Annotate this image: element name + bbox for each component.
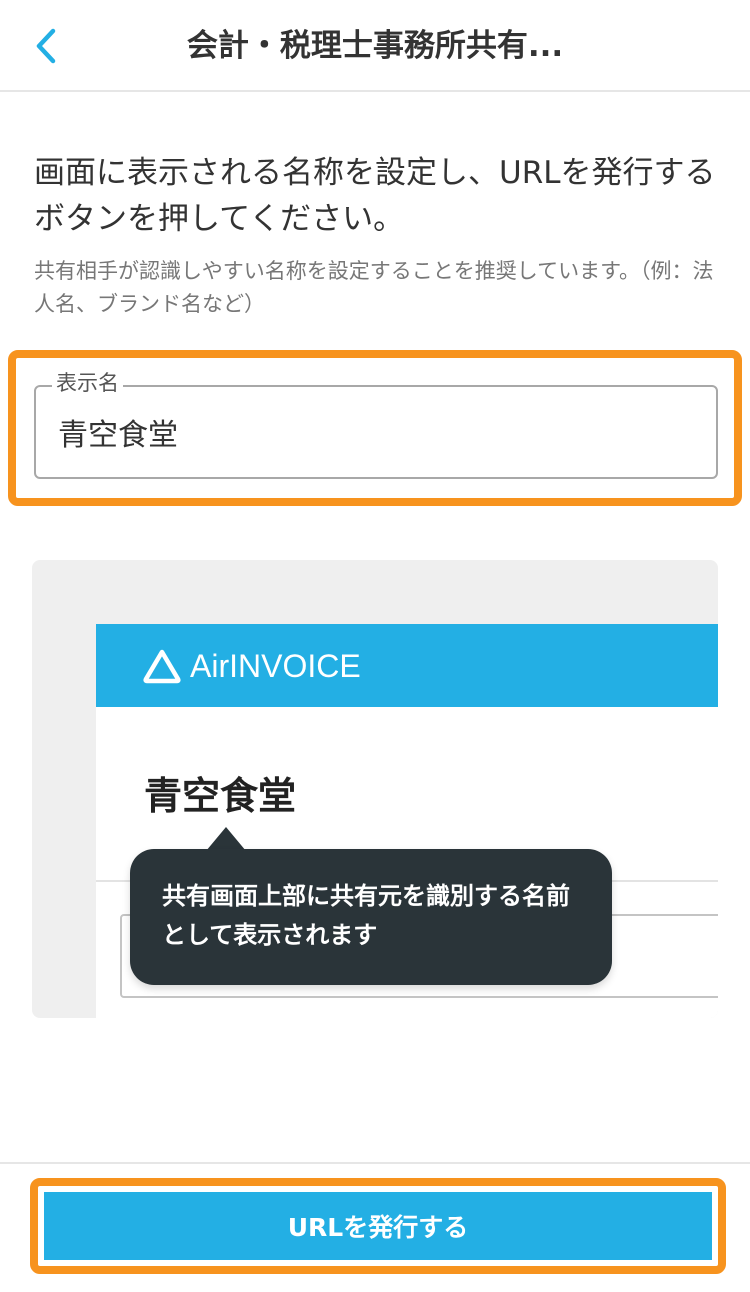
instruction-text: 画面に表示される名称を設定し、URLを発行するボタンを押してください。 [34,155,716,237]
triangle-logo-icon [143,649,181,684]
app-header: 会計・税理士事務所共有... [0,0,750,92]
preview-display-name: 青空食堂 [144,774,297,818]
brand-name: AirINVOICE [190,648,361,684]
page-title: 会計・税理士事務所共有... [186,28,564,64]
preview-tooltip: 共有画面上部に共有元を識別する名前として表示されます [130,849,612,985]
footer-divider [0,1162,750,1164]
chevron-left-icon [36,28,56,64]
page: 会計・税理士事務所共有... 画面に表示される名称を設定し、URLを発行するボタ… [0,0,750,1292]
display-name-input[interactable] [36,400,706,464]
back-button[interactable] [22,22,70,70]
display-name-label: 表示名 [52,368,123,398]
airinvoice-logo: AirINVOICE [142,646,361,686]
recommendation-note: 共有相手が認識しやすい名称を設定することを推奨しています。（例：法人名、ブランド… [34,259,714,316]
preview-brand-bar: AirINVOICE [96,624,718,707]
tooltip-arrow [206,827,246,851]
issue-url-button[interactable]: URLを発行する [44,1192,712,1260]
